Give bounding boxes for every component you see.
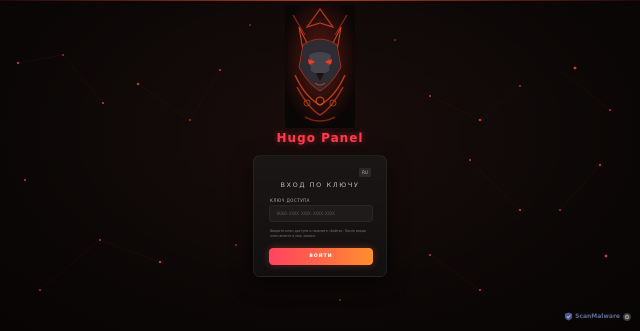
login-hint-text: Введите ключ доступа и нажмите «Войти». …	[270, 229, 366, 238]
settings-gear-icon[interactable]	[623, 312, 631, 321]
language-toggle-button[interactable]: RU	[359, 168, 371, 177]
watermark-text: ScanMalware	[575, 313, 620, 320]
login-title: ВХОД ПО КЛЮЧУ	[280, 181, 360, 189]
brand-title: Hugo Panel	[276, 131, 364, 145]
login-card: RU ВХОД ПО КЛЮЧУ КЛЮЧ ДОСТУПА Введите кл…	[253, 155, 387, 277]
access-key-label: КЛЮЧ ДОСТУПА	[270, 198, 310, 203]
scanmalware-watermark: ScanMalware	[564, 312, 631, 321]
wolf-logo-image	[285, 5, 355, 128]
access-key-input[interactable]	[269, 205, 373, 222]
scanmalware-logo-icon	[564, 312, 573, 321]
login-button[interactable]: ВОЙТИ	[269, 248, 373, 265]
